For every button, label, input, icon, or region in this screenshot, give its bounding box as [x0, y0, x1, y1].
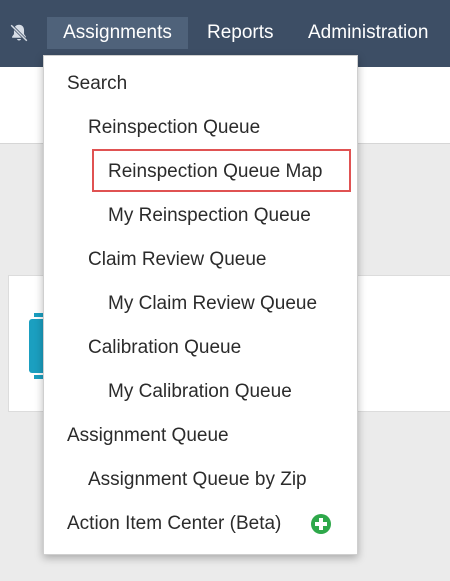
menu-item-assignment-queue[interactable]: Assignment Queue [67, 424, 229, 448]
menu-item-reinspection-queue-map[interactable]: Reinspection Queue Map [108, 160, 322, 184]
menu-item-reinspection-queue[interactable]: Reinspection Queue [88, 116, 260, 140]
nav-assignments[interactable]: Assignments [47, 17, 188, 49]
menu-item-search[interactable]: Search [67, 72, 127, 96]
action-item-center-label: Action Item Center (Beta) [67, 513, 282, 534]
menu-item-assignment-queue-by-zip[interactable]: Assignment Queue by Zip [88, 468, 307, 492]
menu-item-my-reinspection-queue[interactable]: My Reinspection Queue [108, 204, 311, 228]
nav-reports[interactable]: Reports [207, 17, 274, 49]
menu-item-action-item-center[interactable]: Action Item Center (Beta) [67, 512, 281, 536]
nav-administration[interactable]: Administration [308, 17, 428, 49]
bell-slash-icon[interactable] [8, 22, 30, 44]
menu-item-my-calibration-queue[interactable]: My Calibration Queue [108, 380, 292, 404]
menu-item-my-claim-review-queue[interactable]: My Claim Review Queue [108, 292, 317, 316]
menu-item-claim-review-queue[interactable]: Claim Review Queue [88, 248, 266, 272]
assignments-dropdown-menu: Search Reinspection Queue Reinspection Q… [43, 55, 358, 555]
menu-item-calibration-queue[interactable]: Calibration Queue [88, 336, 241, 360]
plus-circle-icon[interactable] [311, 514, 331, 534]
